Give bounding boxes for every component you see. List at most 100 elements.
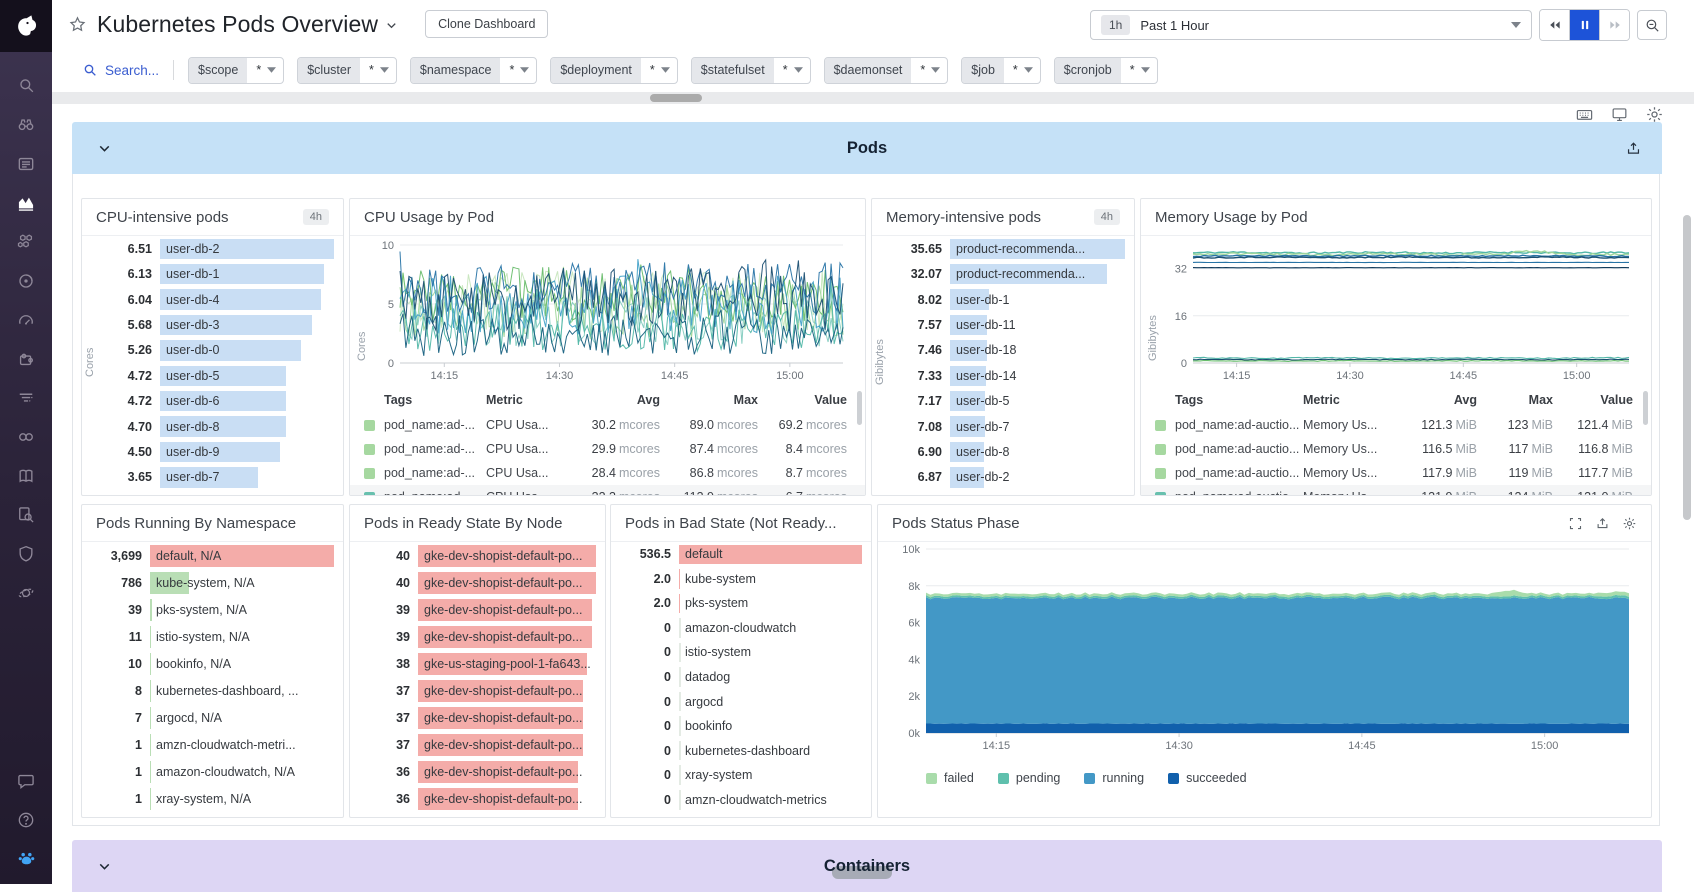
toplist-row[interactable]: 36gke-dev-shopist-default-po... (362, 758, 596, 785)
table-scrollbar-thumb[interactable] (1643, 391, 1648, 425)
toplist-row[interactable]: 6.13user-db-1 (104, 261, 334, 286)
toplist-row[interactable]: 5.26user-db-0 (104, 338, 334, 363)
column-header-metric[interactable]: Metric (486, 393, 566, 407)
toplist-row[interactable]: 38gke-us-staging-pool-1-fa643... (362, 650, 596, 677)
column-header-avg[interactable]: Avg (1391, 393, 1477, 407)
time-range-picker[interactable]: 1h Past 1 Hour (1090, 10, 1532, 40)
events-icon[interactable] (0, 144, 52, 183)
apm-icon[interactable] (0, 261, 52, 300)
toplist-row[interactable]: 7argocd, N/A (94, 704, 334, 731)
title-chevron-down-icon[interactable] (384, 18, 399, 33)
template-variable-job[interactable]: $job* (961, 57, 1041, 84)
notebooks-icon[interactable] (0, 456, 52, 495)
toplist-row[interactable]: 1amazon-cloudwatch, N/A (94, 758, 334, 785)
page-title[interactable]: Kubernetes Pods Overview (97, 11, 378, 38)
search-control[interactable]: Search... (82, 62, 159, 78)
toplist-row[interactable]: 37gke-dev-shopist-default-po... (362, 731, 596, 758)
vertical-scrollbar-thumb[interactable] (1683, 215, 1691, 520)
toplist-row[interactable]: 5.68user-db-3 (104, 312, 334, 337)
toplist-row[interactable]: 0amzn-cloudwatch-metrics (623, 787, 862, 812)
security-icon[interactable] (0, 534, 52, 573)
table-row[interactable]: pod_name:ad-auctio...Memory Us...121.9Mi… (1141, 485, 1651, 495)
monitors-icon[interactable] (0, 300, 52, 339)
toplist-row[interactable]: 2.0pks-system (623, 591, 862, 616)
toplist-row[interactable]: 8.02user-db-1 (894, 287, 1125, 312)
toplist-row[interactable]: 4.72user-db-6 (104, 388, 334, 413)
toplist-row[interactable]: 7.46user-db-18 (894, 338, 1125, 363)
table-row[interactable]: pod_name:ad-auctio...Memory Us...116.5Mi… (1141, 437, 1651, 461)
toplist-row[interactable]: 4.72user-db-5 (104, 363, 334, 388)
clone-dashboard-button[interactable]: Clone Dashboard (425, 10, 548, 38)
toplist-row[interactable]: 7.57user-db-11 (894, 312, 1125, 337)
toplist-row[interactable]: 39gke-dev-shopist-default-po... (362, 623, 596, 650)
log-explorer-icon[interactable] (0, 495, 52, 534)
column-header-max[interactable]: Max (1477, 393, 1553, 407)
gear-icon[interactable] (1622, 516, 1637, 531)
toplist-row[interactable]: 6.90user-db-8 (894, 439, 1125, 464)
template-variable-daemonset[interactable]: $daemonset* (824, 57, 949, 84)
containers-group-header[interactable]: Containers (72, 840, 1662, 892)
toplist-row[interactable]: 10bookinfo, N/A (94, 650, 334, 677)
template-variable-deployment[interactable]: $deployment* (550, 57, 677, 84)
legend-item-pending[interactable]: pending (998, 771, 1061, 785)
time-backward-button[interactable] (1540, 10, 1569, 40)
toplist-row[interactable]: 0xray-system (623, 763, 862, 788)
dashboards-icon[interactable] (0, 183, 52, 222)
toplist-row[interactable]: 39gke-dev-shopist-default-po... (362, 596, 596, 623)
toplist-row[interactable]: 3.65user-db-7 (104, 465, 334, 490)
toplist-row[interactable]: 32.07product-recommenda... (894, 261, 1125, 286)
toplist-row[interactable]: 2.0kube-system (623, 567, 862, 592)
toplist-row[interactable]: 37gke-dev-shopist-default-po... (362, 704, 596, 731)
toplist-row[interactable]: 4.70user-db-8 (104, 414, 334, 439)
logs-icon[interactable] (0, 378, 52, 417)
table-row[interactable]: pod_name:ad-...CPU Usa...28.4mcores86.8m… (350, 461, 865, 485)
toplist-row[interactable]: 0bookinfo (623, 714, 862, 739)
zoom-out-button[interactable] (1637, 10, 1667, 40)
toplist-row[interactable]: 7.17user-db-5 (894, 388, 1125, 413)
toplist-row[interactable]: 40gke-dev-shopist-default-po... (362, 569, 596, 596)
column-header-value[interactable]: Value (758, 393, 847, 407)
favorite-star-icon[interactable] (68, 15, 87, 34)
table-row[interactable]: pod_name:ad-...CPU Usa...30.2mcores89.0m… (350, 413, 865, 437)
toplist-row[interactable]: 6.51user-db-2 (104, 236, 334, 261)
table-row[interactable]: pod_name:ad-...CPU Usa...29.9mcores87.4m… (350, 437, 865, 461)
pods-status-phase-chart[interactable]: 10k8k6k4k2k0k14:1514:3014:4515:00 (892, 543, 1639, 755)
cpu-usage-chart[interactable]: 105014:1514:3014:4515:00 (372, 239, 855, 385)
toplist-row[interactable]: 0argocd (623, 689, 862, 714)
legend-item-running[interactable]: running (1084, 771, 1144, 785)
memory-usage-chart[interactable]: 3216014:1514:3014:4515:00 (1163, 239, 1641, 385)
template-variable-namespace[interactable]: $namespace* (410, 57, 537, 84)
table-scrollbar-thumb[interactable] (857, 391, 862, 425)
template-variable-statefulset[interactable]: $statefulset* (691, 57, 811, 84)
toplist-row[interactable]: 36gke-dev-shopist-default-po... (362, 785, 596, 812)
top-scrollbar-thumb[interactable] (650, 94, 702, 102)
toplist-row[interactable]: 6.87user-db-2 (894, 465, 1125, 490)
toplist-row[interactable]: 7.33user-db-14 (894, 363, 1125, 388)
template-variable-scope[interactable]: $scope* (188, 57, 284, 84)
table-row[interactable]: pod_name:ad-...CPU Usa...32.3mcores113.9… (350, 485, 865, 495)
ux-monitoring-icon[interactable] (0, 573, 52, 612)
export-icon[interactable] (1595, 516, 1610, 531)
legend-item-failed[interactable]: failed (926, 771, 974, 785)
toplist-row[interactable]: 0kubernetes-dashboard (623, 738, 862, 763)
column-header-avg[interactable]: Avg (566, 393, 660, 407)
watchdog-icon[interactable] (0, 105, 52, 144)
template-variable-cluster[interactable]: $cluster* (297, 57, 397, 84)
legend-item-succeeded[interactable]: succeeded (1168, 771, 1246, 785)
pods-group-header[interactable]: Pods (72, 122, 1662, 174)
pause-button[interactable] (1569, 10, 1599, 40)
infrastructure-icon[interactable] (0, 222, 52, 261)
table-row[interactable]: pod_name:ad-auctio...Memory Us...121.3Mi… (1141, 413, 1651, 437)
chat-icon[interactable] (0, 761, 52, 800)
toplist-row[interactable]: 1xray-system, N/A (94, 785, 334, 812)
toplist-row[interactable]: 4.50user-db-9 (104, 439, 334, 464)
template-variable-cronjob[interactable]: $cronjob* (1054, 57, 1158, 84)
column-header-max[interactable]: Max (660, 393, 758, 407)
help-icon[interactable] (0, 800, 52, 839)
toplist-row[interactable]: 1amzn-cloudwatch-metri... (94, 731, 334, 758)
time-forward-button[interactable] (1599, 10, 1629, 40)
toplist-row[interactable]: 536.5default (623, 542, 862, 567)
toplist-row[interactable]: 35.65product-recommenda... (894, 236, 1125, 261)
search-icon[interactable] (0, 66, 52, 105)
toplist-row[interactable]: 3,699default, N/A (94, 542, 334, 569)
